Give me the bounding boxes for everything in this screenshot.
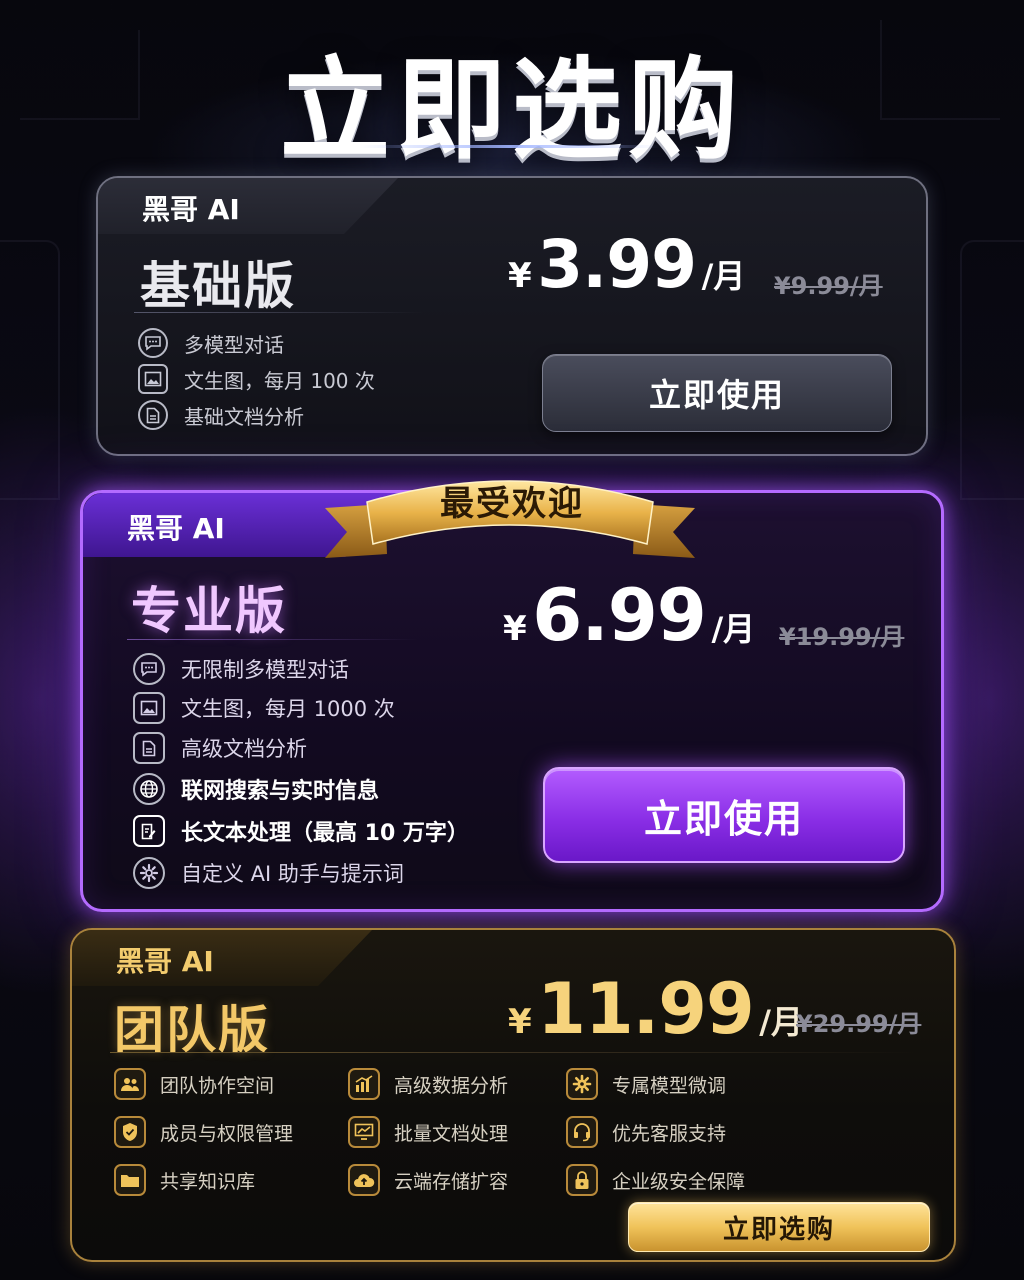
- title-glow: [360, 145, 660, 148]
- chat-bubble-icon: [133, 653, 165, 685]
- feature-label: 云端存储扩容: [394, 1170, 509, 1193]
- divider: [127, 639, 417, 640]
- price: ¥ 6.99 /月: [503, 573, 755, 657]
- feature-label: 成员与权限管理: [160, 1122, 294, 1145]
- original-price: ¥9.99/月: [774, 272, 883, 300]
- feature-item: 文生图，每月 100 次: [138, 364, 375, 394]
- feature-item: 自定义 AI 助手与提示词: [133, 857, 404, 889]
- feature-item: 联网搜索与实时信息: [133, 773, 379, 805]
- price-amount: 3.99: [537, 226, 697, 303]
- feature-item: 批量文档处理: [348, 1116, 508, 1148]
- image-icon: [138, 364, 168, 394]
- brand-label: 黑哥 AI: [98, 178, 398, 234]
- feature-label: 团队协作空间: [160, 1074, 275, 1097]
- original-price: ¥19.99/月: [779, 623, 905, 651]
- plan-name: 基础版: [140, 257, 296, 315]
- monitor-chart-icon: [348, 1116, 380, 1148]
- feature-label: 优先客服支持: [612, 1122, 727, 1145]
- use-now-button[interactable]: 立即使用: [543, 767, 905, 863]
- gear-icon: [133, 857, 165, 889]
- use-now-button[interactable]: 立即使用: [542, 354, 892, 432]
- feature-item: 长文本处理（最高 10 万字）: [133, 815, 469, 847]
- feature-item: 云端存储扩容: [348, 1164, 508, 1196]
- feature-label: 自定义 AI 助手与提示词: [181, 862, 404, 886]
- gear-icon: [566, 1068, 598, 1100]
- price: ¥ 3.99 /月: [508, 226, 745, 303]
- divider: [134, 312, 424, 313]
- feature-label: 基础文档分析: [184, 404, 304, 429]
- currency-symbol: ¥: [508, 1002, 532, 1042]
- circuit-decoration: [0, 240, 60, 500]
- feature-item: 团队协作空间: [114, 1068, 274, 1100]
- lock-icon: [566, 1164, 598, 1196]
- feature-item: 共享知识库: [114, 1164, 255, 1196]
- feature-label: 企业级安全保障: [612, 1170, 746, 1193]
- circuit-decoration: [960, 240, 1024, 500]
- feature-label: 长文本处理（最高 10 万字）: [181, 821, 469, 846]
- feature-item: 高级数据分析: [348, 1068, 508, 1100]
- plan-card-team: 黑哥 AI 团队版 ¥ 11.99 /月 ¥29.99/月 团队协作空间 成员与…: [70, 928, 956, 1262]
- currency-symbol: ¥: [503, 609, 527, 649]
- edit-document-icon: [133, 815, 165, 847]
- popular-badge-label: 最受欢迎: [440, 484, 584, 524]
- folder-icon: [114, 1164, 146, 1196]
- feature-label: 批量文档处理: [394, 1122, 509, 1145]
- feature-label: 无限制多模型对话: [181, 658, 349, 682]
- buy-now-button[interactable]: 立即选购: [628, 1202, 930, 1252]
- divider: [110, 1052, 920, 1053]
- plan-card-basic: 黑哥 AI 基础版 ¥ 3.99 /月 ¥9.99/月 多模型对话 文生图，每月…: [96, 176, 928, 456]
- feature-label: 联网搜索与实时信息: [181, 779, 380, 804]
- globe-icon: [133, 773, 165, 805]
- price-amount: 11.99: [537, 968, 754, 1050]
- feature-item: 多模型对话: [138, 328, 284, 358]
- feature-label: 高级数据分析: [394, 1074, 509, 1097]
- image-icon: [133, 692, 165, 724]
- feature-item: 无限制多模型对话: [133, 653, 349, 685]
- feature-label: 专属模型微调: [612, 1074, 727, 1097]
- original-price: ¥29.99/月: [796, 1010, 922, 1038]
- headset-icon: [566, 1116, 598, 1148]
- price-period: /月: [711, 610, 756, 648]
- feature-item: 文生图，每月 1000 次: [133, 692, 395, 724]
- feature-label: 共享知识库: [160, 1170, 256, 1193]
- price-amount: 6.99: [532, 573, 707, 657]
- feature-item: 高级文档分析: [133, 732, 307, 764]
- brand-label: 黑哥 AI: [72, 930, 372, 986]
- document-icon: [138, 400, 168, 430]
- feature-label: 多模型对话: [184, 332, 284, 357]
- feature-label: 高级文档分析: [181, 737, 307, 761]
- team-icon: [114, 1068, 146, 1100]
- shield-icon: [114, 1116, 146, 1148]
- price-period: /月: [701, 257, 746, 295]
- feature-item: 专属模型微调: [566, 1068, 726, 1100]
- document-icon: [133, 732, 165, 764]
- cloud-upload-icon: [348, 1164, 380, 1196]
- feature-item: 优先客服支持: [566, 1116, 726, 1148]
- page-title: 立即选购: [280, 46, 744, 174]
- feature-label: 文生图，每月 1000 次: [181, 697, 395, 721]
- feature-item: 基础文档分析: [138, 400, 304, 430]
- price: ¥ 11.99 /月: [508, 968, 803, 1050]
- plan-name: 专业版: [131, 582, 287, 640]
- feature-item: 企业级安全保障: [566, 1164, 745, 1196]
- currency-symbol: ¥: [508, 256, 532, 296]
- bar-chart-icon: [348, 1068, 380, 1100]
- feature-item: 成员与权限管理: [114, 1116, 293, 1148]
- chat-bubble-icon: [138, 328, 168, 358]
- feature-label: 文生图，每月 100 次: [184, 368, 375, 393]
